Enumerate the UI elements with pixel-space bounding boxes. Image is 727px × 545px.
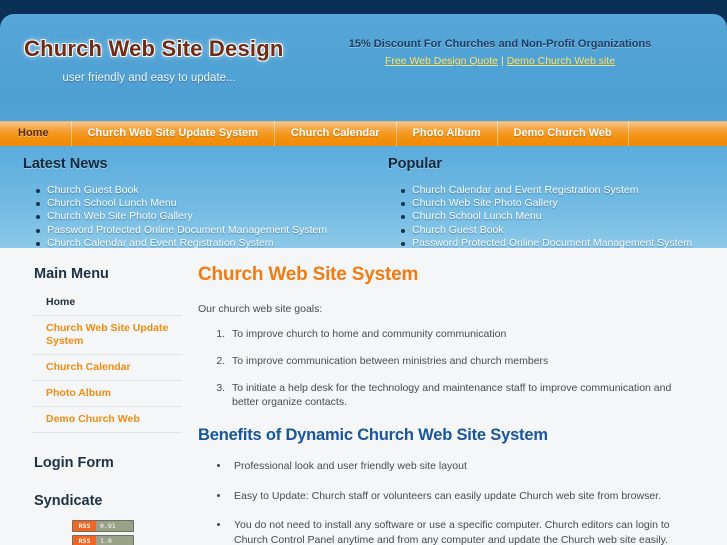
primary-navigation: Home Church Web Site Update System Churc… [0, 121, 727, 146]
promo-links: Free Web Design Quote | Demo Church Web si… [300, 55, 700, 67]
sidebar: Main Menu Home Church Web Site Update Sy… [0, 248, 190, 545]
rss-icon: RSS [73, 536, 96, 545]
login-form-module: Login Form [0, 455, 190, 471]
rss-badge-0-91[interactable]: RSS 0.91 [72, 520, 134, 532]
popular-title: Popular [388, 156, 442, 172]
latest-news-list: Church Guest Book Church School Lunch Me… [18, 184, 345, 250]
nav-item-home[interactable]: Home [0, 121, 72, 146]
list-item[interactable]: Church School Lunch Menu [36, 197, 345, 210]
list-item: Easy to Update: Church staff or voluntee… [230, 489, 697, 504]
goals-list: To improve church to home and community … [198, 327, 697, 409]
nav-item-church-calendar[interactable]: Church Calendar [275, 121, 397, 146]
benefits-title: Benefits of Dynamic Church Web Site Syst… [198, 426, 548, 444]
main-menu-list: Home Church Web Site Update System Churc… [0, 290, 190, 433]
nav-item-church-web-site-update-system[interactable]: Church Web Site Update System [72, 121, 275, 146]
rss-icon: RSS [73, 521, 96, 531]
page-root: Church Web Site Design user friendly and… [0, 0, 727, 545]
sidebar-item-church-calendar[interactable]: Church Calendar [32, 355, 182, 381]
list-item: To improve communication between ministr… [228, 354, 697, 368]
site-header: Church Web Site Design user friendly and… [0, 14, 727, 107]
latest-news-title: Latest News [23, 156, 108, 172]
rss-version: 0.91 [96, 521, 133, 531]
content-area: Main Menu Home Church Web Site Update Sy… [0, 248, 727, 545]
intro-text: Our church web site goals: [198, 303, 323, 315]
syndicate-module: Syndicate RSS 0.91 RSS 1.0 RSS [0, 493, 190, 545]
benefits-list: Professional look and user friendly web … [198, 459, 697, 545]
latest-news-module: Latest News Church Guest Book Church Sch… [0, 146, 363, 250]
main-column: Church Web Site System Our church web si… [190, 248, 727, 545]
list-item: To improve church to home and community … [228, 327, 697, 341]
popular-list: Church Calendar and Event Registration S… [383, 184, 708, 250]
list-item: To initiate a help desk for the technolo… [228, 381, 697, 409]
list-item[interactable]: Church Web Site Photo Gallery [401, 197, 708, 210]
free-web-design-quote-link[interactable]: Free Web Design Quote [385, 55, 498, 67]
logo-title: Church Web Site Design [24, 36, 284, 61]
sidebar-item-church-web-site-update-system[interactable]: Church Web Site Update System [32, 316, 182, 355]
promo-discount-text: 15% Discount For Churches and Non-Profit… [348, 38, 652, 50]
page-title: Church Web Site System [198, 264, 419, 285]
nav-item-photo-album[interactable]: Photo Album [397, 121, 498, 146]
list-item[interactable]: Church School Lunch Menu [401, 210, 708, 223]
sidebar-item-demo-church-web[interactable]: Demo Church Web [32, 407, 182, 433]
list-item[interactable]: Church Guest Book [401, 224, 708, 237]
sidebar-item-photo-album[interactable]: Photo Album [32, 381, 182, 407]
list-item[interactable]: Password Protected Online Document Manag… [36, 224, 345, 237]
promo-block: 15% Discount For Churches and Non-Profit… [300, 38, 700, 67]
list-item[interactable]: Church Web Site Photo Gallery [36, 210, 345, 223]
logo-tagline: user friendly and easy to update... [62, 72, 236, 84]
login-form-title: Login Form [34, 455, 114, 471]
list-item[interactable]: Church Guest Book [36, 184, 345, 197]
site-logo[interactable]: Church Web Site Design user friendly and… [24, 36, 284, 84]
list-item: Professional look and user friendly web … [230, 459, 697, 474]
news-row: Latest News Church Guest Book Church Sch… [0, 146, 727, 250]
main-menu-title: Main Menu [34, 266, 109, 282]
demo-church-web-site-link[interactable]: Demo Church Web site [507, 55, 615, 67]
syndicate-title: Syndicate [34, 493, 103, 509]
popular-module: Popular Church Calendar and Event Regist… [363, 146, 726, 250]
nav-item-demo-church-web[interactable]: Demo Church Web [498, 121, 629, 146]
rss-version: 1.0 [96, 536, 133, 545]
list-item[interactable]: Church Calendar and Event Registration S… [401, 184, 708, 197]
rss-badge-1-0[interactable]: RSS 1.0 [72, 535, 134, 545]
main-menu-module: Main Menu Home Church Web Site Update Sy… [0, 266, 190, 433]
rss-badge-list: RSS 0.91 RSS 1.0 RSS [0, 520, 190, 545]
promo-separator: | [500, 55, 504, 67]
list-item: You do not need to install any software … [230, 518, 697, 545]
sidebar-item-home[interactable]: Home [32, 290, 182, 316]
header-blue-panel: Church Web Site Design user friendly and… [0, 14, 727, 250]
